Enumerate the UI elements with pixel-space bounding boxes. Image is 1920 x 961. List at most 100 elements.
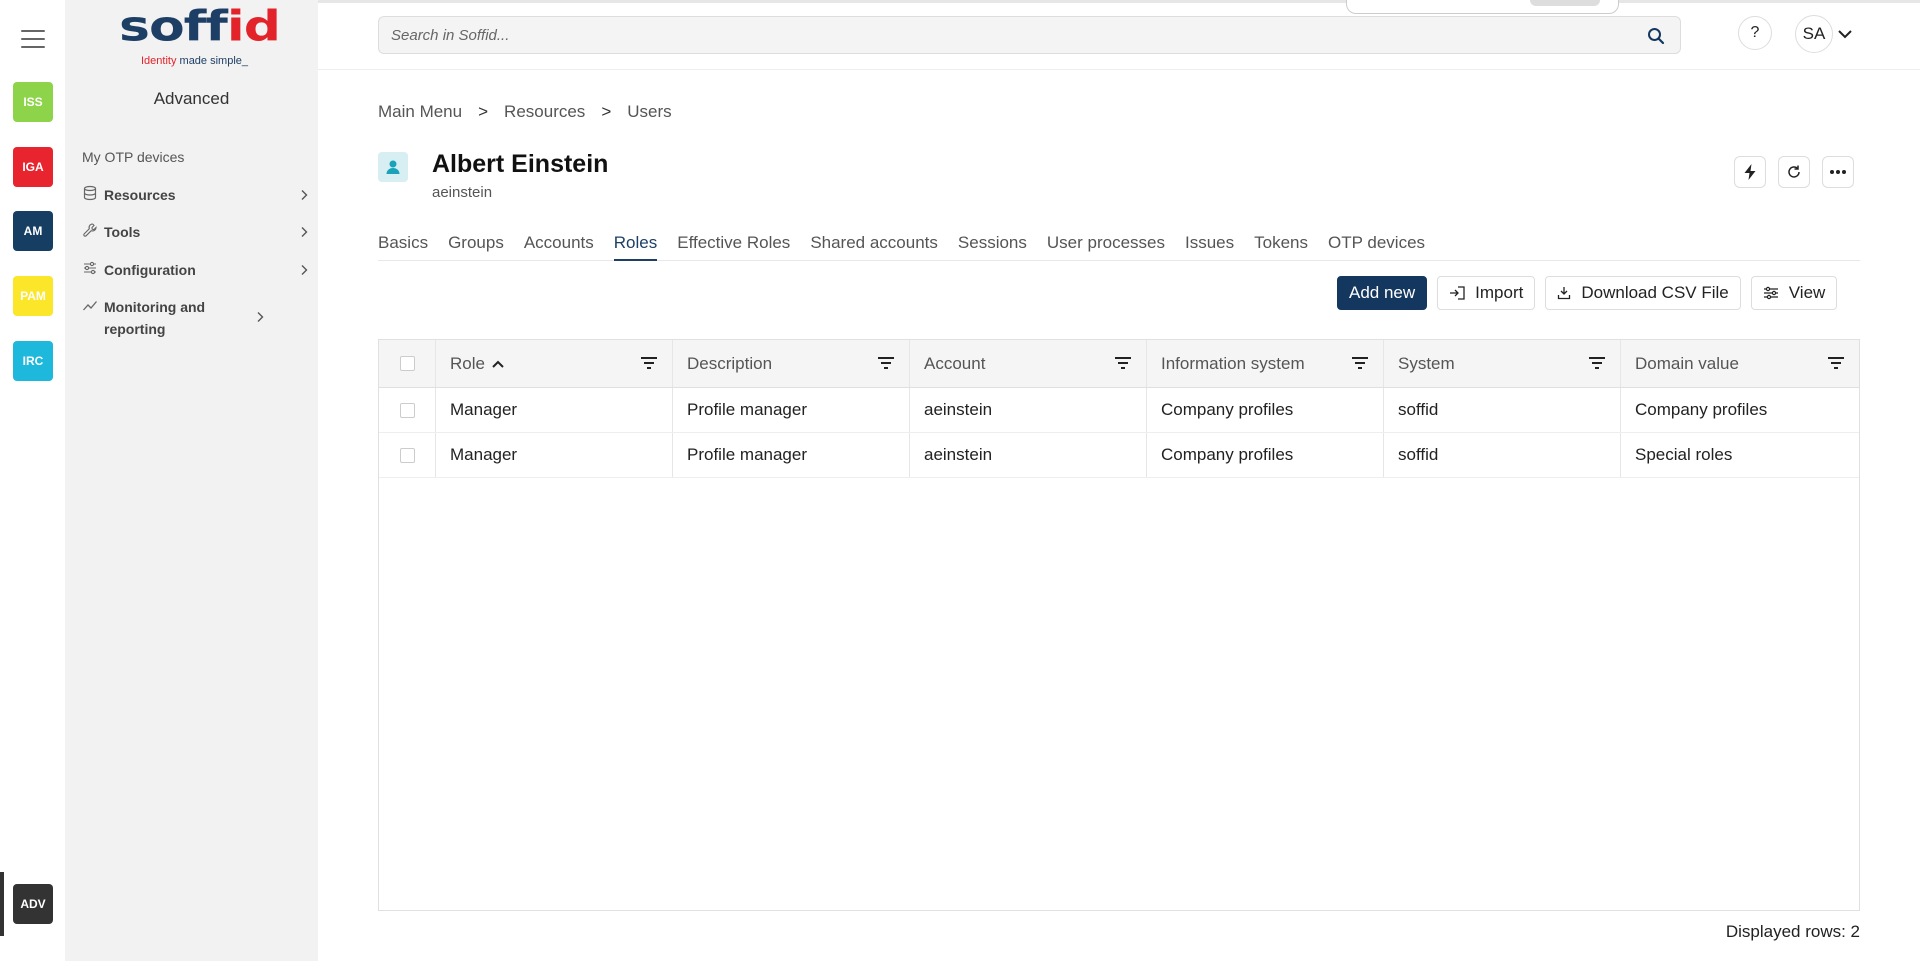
cell-description: Profile manager	[673, 433, 910, 477]
view-button[interactable]: View	[1750, 276, 1838, 310]
sidebar-item-label: Monitoring and reporting	[104, 299, 206, 337]
sidebar-item-monitoring[interactable]: Monitoring and reporting	[82, 296, 310, 340]
tab-user-processes[interactable]: User processes	[1047, 232, 1165, 261]
cell-domain-value: Company profiles	[1635, 400, 1768, 419]
filter-icon[interactable]	[1114, 356, 1132, 370]
row-checkbox[interactable]	[399, 402, 415, 418]
page-title: Albert Einstein	[432, 150, 609, 178]
sidebar-title: Advanced	[153, 89, 230, 108]
cell-information-system: Company profiles	[1147, 433, 1384, 477]
more-options-button[interactable]	[1822, 156, 1854, 188]
view-label: View	[1788, 283, 1826, 302]
refresh-button[interactable]	[1778, 156, 1810, 188]
add-new-button[interactable]: Add new	[1337, 276, 1428, 310]
column-header-role[interactable]: Role	[436, 340, 673, 387]
import-button[interactable]: Import	[1437, 276, 1536, 310]
chevron-down-icon[interactable]	[1837, 28, 1853, 40]
filter-icon[interactable]	[640, 356, 658, 370]
breadcrumb-main-menu[interactable]: Main Menu	[378, 102, 462, 122]
app-iss-button[interactable]: ISS	[13, 82, 53, 122]
tab-bar: Basics Groups Accounts Roles Effective R…	[378, 232, 1860, 261]
column-header-system[interactable]: System	[1384, 340, 1621, 387]
hamburger-menu-icon[interactable]	[21, 30, 45, 48]
cell-system: soffid	[1384, 433, 1621, 477]
chart-line-icon	[83, 301, 97, 311]
filter-icon[interactable]	[1588, 356, 1606, 370]
filter-icon[interactable]	[1351, 356, 1369, 370]
displayed-rows-count: Displayed rows: 2	[1725, 922, 1860, 941]
sidebar-link-otp-devices[interactable]: My OTP devices	[82, 149, 184, 165]
quick-actions-button[interactable]	[1734, 156, 1766, 188]
avatar[interactable]: SA	[1795, 15, 1833, 53]
tab-issues[interactable]: Issues	[1185, 232, 1234, 261]
tab-basics[interactable]: Basics	[378, 232, 428, 261]
help-button[interactable]: ?	[1738, 16, 1772, 50]
active-app-marker	[0, 872, 4, 936]
sliders-icon	[84, 261, 96, 275]
wrench-icon	[83, 223, 97, 237]
sidebar-item-configuration[interactable]: Configuration	[82, 259, 310, 281]
select-all-checkbox[interactable]	[399, 356, 415, 371]
cell-system: soffid	[1384, 388, 1621, 432]
download-icon	[1558, 287, 1571, 300]
app-irc-button[interactable]: IRC	[13, 341, 53, 381]
app-pam-button[interactable]: PAM	[13, 276, 53, 316]
import-label: Import	[1475, 283, 1524, 302]
breadcrumb: Main Menu > Resources > Users	[378, 102, 672, 122]
app-iga-button[interactable]: IGA	[13, 147, 53, 187]
app-adv-button[interactable]: ADV	[13, 884, 53, 924]
user-avatar-icon	[378, 152, 408, 182]
app-rail: ISS IGA AM PAM IRC ADV	[0, 0, 65, 961]
cell-account: aeinstein	[910, 388, 1147, 432]
tab-sessions[interactable]: Sessions	[958, 232, 1027, 261]
chevron-right-icon	[301, 190, 308, 200]
search-input[interactable]	[379, 17, 1619, 53]
tab-otp-devices[interactable]: OTP devices	[1328, 232, 1425, 261]
column-header-label: Description	[687, 353, 773, 373]
sidebar-item-tools[interactable]: Tools	[82, 221, 310, 243]
column-header-information-system[interactable]: Information system	[1147, 340, 1384, 387]
import-icon	[1450, 286, 1465, 300]
filter-icon[interactable]	[1827, 356, 1845, 370]
tab-shared-accounts[interactable]: Shared accounts	[810, 232, 938, 261]
breadcrumb-separator: >	[478, 102, 489, 121]
column-header-domain-value[interactable]: Domain value	[1621, 340, 1859, 387]
top-bar: ? SA	[318, 0, 1920, 70]
breadcrumb-resources[interactable]: Resources	[504, 102, 585, 122]
tab-roles[interactable]: Roles	[613, 232, 658, 261]
more-horizontal-icon	[1830, 170, 1846, 174]
table-row[interactable]: Manager Profile manager aeinstein Compan…	[379, 388, 1859, 433]
tab-accounts[interactable]: Accounts	[524, 232, 594, 261]
breadcrumb-users[interactable]: Users	[627, 102, 671, 122]
row-checkbox[interactable]	[399, 447, 415, 463]
table-toolbar: Add new Import Download CSV File View	[1327, 276, 1838, 310]
row-select-cell	[379, 388, 436, 432]
tab-effective-roles[interactable]: Effective Roles	[677, 232, 790, 261]
column-header-label: Information system	[1161, 353, 1305, 373]
table-row[interactable]: Manager Profile manager aeinstein Compan…	[379, 433, 1859, 478]
dropdown-popup-remnant	[1346, 0, 1619, 14]
column-header-label: Domain value	[1635, 353, 1739, 373]
cell-domain-value: Special roles	[1635, 445, 1733, 464]
column-header-account[interactable]: Account	[910, 340, 1147, 387]
column-header-description[interactable]: Description	[673, 340, 910, 387]
soffid-logo[interactable]: soffid Identity made simple_	[119, 6, 281, 70]
download-csv-label: Download CSV File	[1581, 283, 1729, 302]
cell-description: Profile manager	[673, 388, 910, 432]
sidebar-item-resources[interactable]: Resources	[82, 184, 310, 206]
download-csv-button[interactable]: Download CSV File	[1545, 276, 1741, 310]
filter-icon[interactable]	[877, 356, 895, 370]
sort-ascending-icon[interactable]	[491, 359, 505, 369]
chevron-right-icon	[301, 265, 308, 275]
cell-account: aeinstein	[910, 433, 1147, 477]
column-header-label: Account	[924, 353, 986, 373]
sidebar-item-label: Resources	[104, 187, 176, 203]
tab-groups[interactable]: Groups	[448, 232, 504, 261]
tab-tokens[interactable]: Tokens	[1254, 232, 1308, 261]
cell-information-system: Company profiles	[1147, 388, 1384, 432]
sidebar-item-label: Configuration	[104, 262, 196, 278]
row-select-cell	[379, 433, 436, 477]
app-am-button[interactable]: AM	[13, 211, 53, 251]
search-icon[interactable]	[1646, 26, 1666, 46]
database-icon	[83, 185, 97, 201]
